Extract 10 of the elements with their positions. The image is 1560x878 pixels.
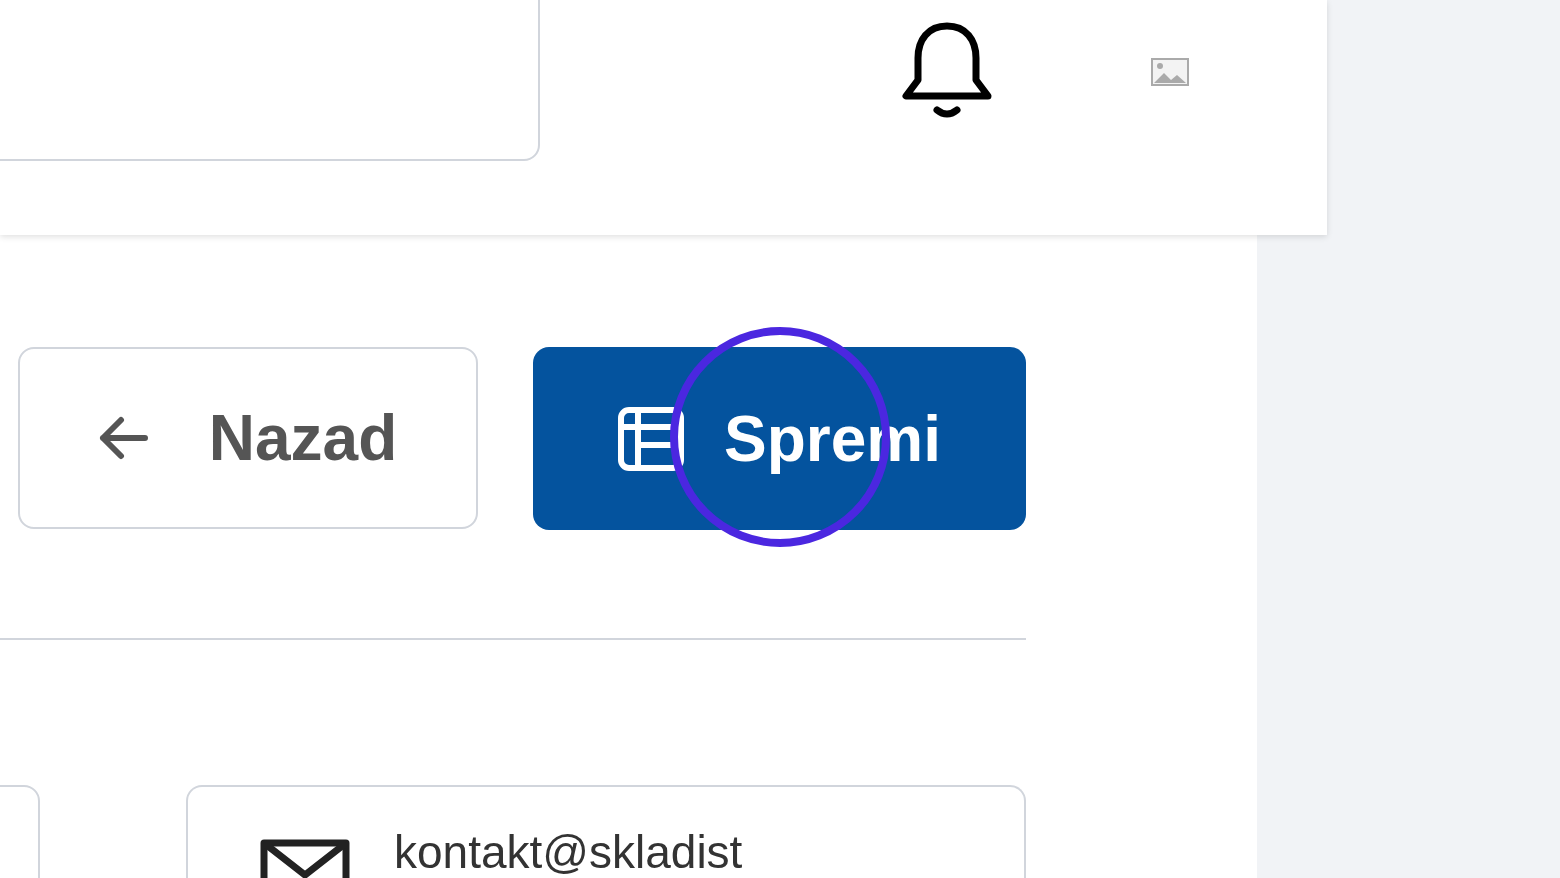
save-icon <box>618 406 684 471</box>
image-icon <box>1151 58 1189 86</box>
mail-icon <box>260 839 350 878</box>
save-button[interactable]: Spremi <box>533 347 1026 530</box>
email-text: kontakt@skladist <box>394 827 743 877</box>
back-button[interactable]: Nazad <box>18 347 478 529</box>
input-field[interactable] <box>0 0 540 161</box>
arrow-left-icon <box>98 416 149 460</box>
email-field[interactable]: kontakt@skladist <box>186 785 1026 878</box>
bell-icon[interactable] <box>902 22 992 120</box>
